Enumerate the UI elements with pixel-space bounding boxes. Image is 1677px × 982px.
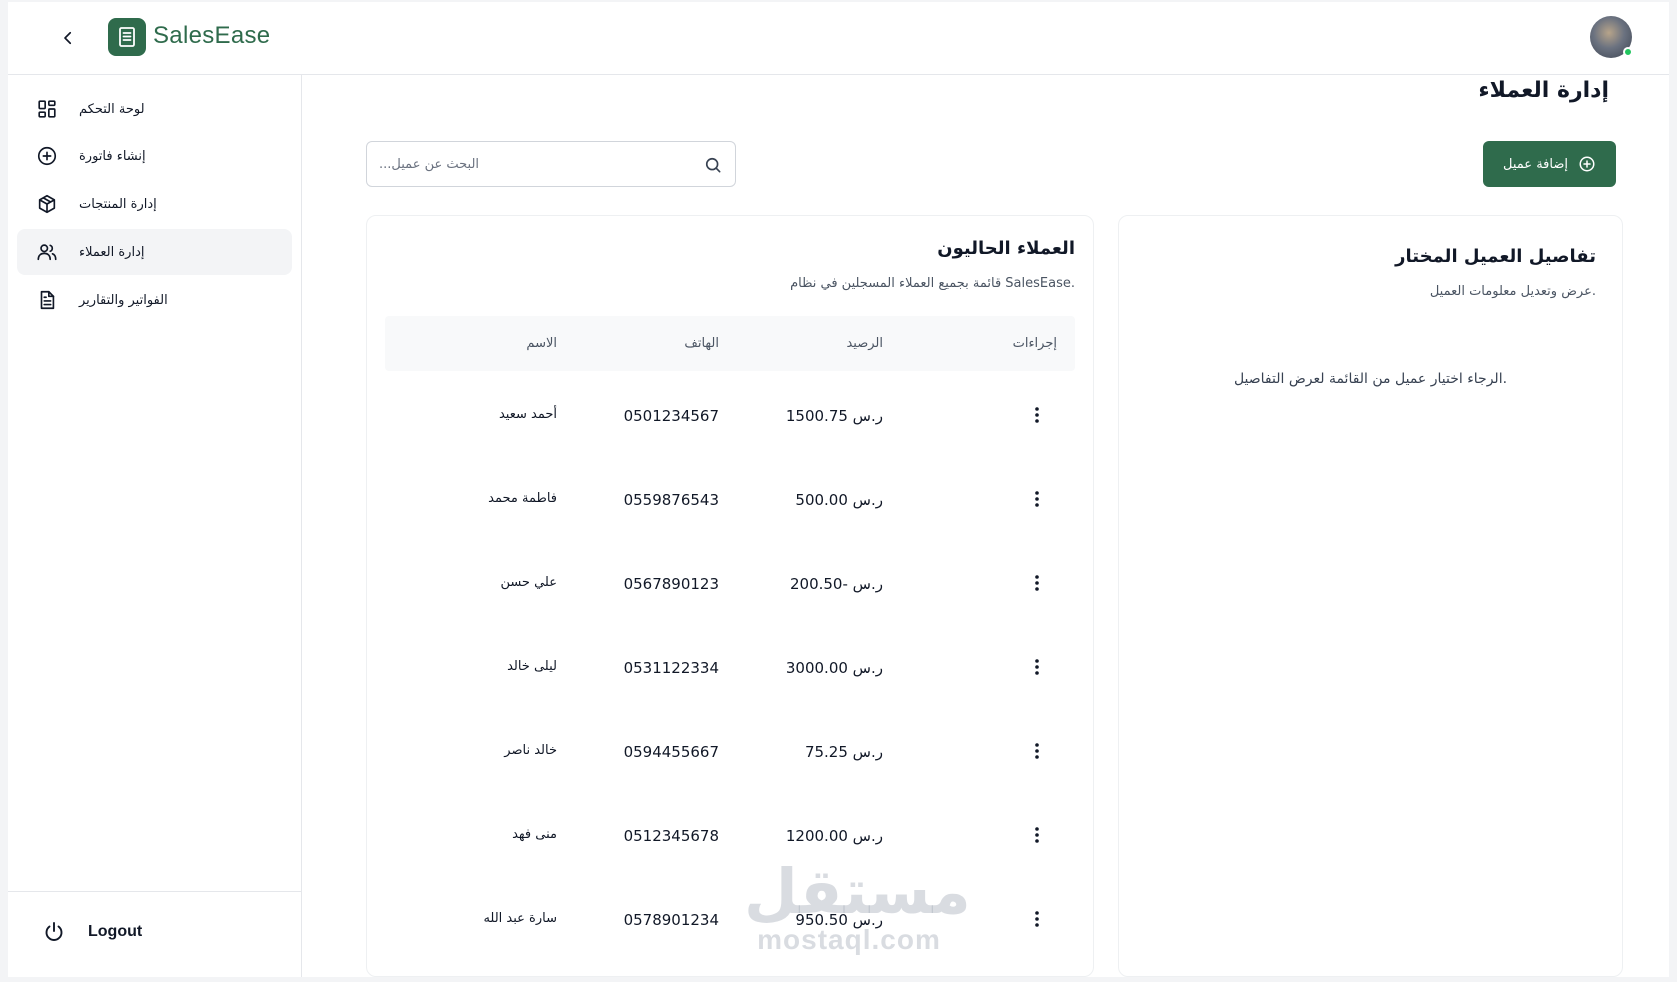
- column-header-balance: الرصيد: [846, 336, 883, 351]
- sidebar: لوحة التحكم إنشاء فاتورة إدارة المنتجات …: [8, 75, 302, 977]
- column-header-actions: إجراءات: [1012, 336, 1057, 351]
- customer-balance: ر.س 3000.00: [785, 659, 883, 677]
- add-customer-label: إضافة عميل: [1503, 156, 1568, 172]
- sidebar-item-label: إنشاء فاتورة: [79, 148, 146, 164]
- brand-logo: [108, 18, 146, 56]
- row-actions-button[interactable]: [1025, 487, 1049, 511]
- sidebar-item-label: لوحة التحكم: [79, 101, 145, 117]
- customer-phone: 0578901234: [623, 911, 719, 929]
- row-actions-button[interactable]: [1025, 571, 1049, 595]
- more-vertical-icon: [1035, 743, 1039, 759]
- receipt-icon: [119, 27, 135, 47]
- more-vertical-icon: [1035, 827, 1039, 843]
- customer-phone: 0594455667: [623, 743, 719, 761]
- customer-phone: 0531122334: [623, 659, 719, 677]
- customers-card-subtitle: .SalesEase قائمة بجميع العملاء المسجلين …: [790, 276, 1075, 291]
- top-header: SalesEase: [8, 2, 1669, 75]
- dashboard-icon: [35, 97, 59, 121]
- customer-name: منى فهد: [512, 827, 557, 842]
- customer-balance: ر.س 75.25: [804, 743, 883, 761]
- table-row[interactable]: علي حسن 0567890123 ر.س -200.50: [385, 541, 1075, 625]
- sidebar-item-products[interactable]: إدارة المنتجات: [17, 181, 292, 227]
- users-icon: [35, 240, 59, 264]
- customer-name: علي حسن: [500, 575, 557, 590]
- sidebar-item-invoices-reports[interactable]: الفواتير والتقارير: [17, 277, 292, 323]
- details-card-subtitle: .عرض وتعديل معلومات العميل: [1429, 284, 1596, 299]
- user-avatar[interactable]: [1590, 16, 1633, 58]
- more-vertical-icon: [1035, 575, 1039, 591]
- customer-phone: 0567890123: [623, 575, 719, 593]
- column-header-name: الاسم: [526, 336, 557, 351]
- table-row[interactable]: خالد ناصر 0594455667 ر.س 75.25: [385, 709, 1075, 793]
- sidebar-item-label: الفواتير والتقارير: [79, 292, 168, 308]
- sidebar-item-create-invoice[interactable]: إنشاء فاتورة: [17, 133, 292, 179]
- table-row[interactable]: أحمد سعيد 0501234567 ر.س 1500.75: [385, 373, 1075, 457]
- customer-name: خالد ناصر: [504, 743, 557, 758]
- details-empty-message: .الرجاء اختيار عميل من القائمة لعرض التف…: [1233, 371, 1508, 387]
- row-actions-button[interactable]: [1025, 403, 1049, 427]
- table-row[interactable]: ليلى خالد 0531122334 ر.س 3000.00: [385, 625, 1075, 709]
- customer-details-card: تفاصيل العميل المختار .عرض وتعديل معلوما…: [1118, 215, 1623, 977]
- logout-button[interactable]: Logout: [42, 920, 142, 944]
- sidebar-item-label: إدارة العملاء: [79, 244, 145, 260]
- plus-circle-icon: [35, 144, 59, 168]
- customer-phone: 0559876543: [623, 491, 719, 509]
- back-button[interactable]: [56, 26, 80, 50]
- row-actions-button[interactable]: [1025, 739, 1049, 763]
- customer-name: فاطمة محمد: [488, 491, 557, 506]
- customer-balance: ر.س 1200.00: [785, 827, 883, 845]
- customer-balance: ر.س 1500.75: [785, 407, 883, 425]
- customer-phone: 0501234567: [623, 407, 719, 425]
- file-text-icon: [35, 288, 59, 312]
- sidebar-item-customers[interactable]: إدارة العملاء: [17, 229, 292, 275]
- customer-search: [366, 141, 736, 187]
- search-icon: [705, 157, 721, 173]
- details-card-title: تفاصيل العميل المختار: [1395, 246, 1596, 267]
- customer-name: سارة عبد الله: [483, 911, 557, 926]
- box-icon: [35, 192, 59, 216]
- brand-name: SalesEase: [153, 22, 271, 49]
- customers-list-card: العملاء الحاليون .SalesEase قائمة بجميع …: [366, 215, 1094, 977]
- row-actions-button[interactable]: [1025, 655, 1049, 679]
- chevron-left-icon: [64, 31, 72, 45]
- online-status-dot: [1623, 47, 1633, 57]
- plus-circle-icon: [1579, 156, 1595, 172]
- search-input[interactable]: [367, 142, 687, 186]
- sidebar-item-label: إدارة المنتجات: [79, 196, 157, 212]
- more-vertical-icon: [1035, 659, 1039, 675]
- app-window: SalesEase لوحة التحكم إنشاء فاتورة إدارة…: [8, 2, 1669, 977]
- customer-balance: ر.س 950.50: [795, 911, 883, 929]
- more-vertical-icon: [1035, 911, 1039, 927]
- table-row[interactable]: فاطمة محمد 0559876543 ر.س 500.00: [385, 457, 1075, 541]
- customers-card-title: العملاء الحاليون: [937, 238, 1075, 259]
- customer-name: ليلى خالد: [507, 659, 557, 674]
- table-row[interactable]: منى فهد 0512345678 ر.س 1200.00: [385, 793, 1075, 877]
- column-header-phone: الهاتف: [684, 336, 719, 351]
- row-actions-button[interactable]: [1025, 823, 1049, 847]
- customer-phone: 0512345678: [623, 827, 719, 845]
- customer-balance: ر.س -200.50: [789, 575, 883, 593]
- row-actions-button[interactable]: [1025, 907, 1049, 931]
- more-vertical-icon: [1035, 491, 1039, 507]
- power-icon: [45, 922, 63, 941]
- customer-name: أحمد سعيد: [498, 407, 557, 422]
- more-vertical-icon: [1035, 407, 1039, 423]
- page-title: إدارة العملاء: [1478, 78, 1609, 103]
- logout-label: Logout: [88, 923, 143, 940]
- sidebar-footer: Logout: [8, 891, 302, 977]
- add-customer-button[interactable]: إضافة عميل: [1483, 141, 1616, 187]
- sidebar-item-dashboard[interactable]: لوحة التحكم: [17, 86, 292, 132]
- table-header: الاسم الهاتف الرصيد إجراءات: [385, 316, 1075, 371]
- customer-balance: ر.س 500.00: [795, 491, 883, 509]
- table-row[interactable]: سارة عبد الله 0578901234 ر.س 950.50: [385, 877, 1075, 961]
